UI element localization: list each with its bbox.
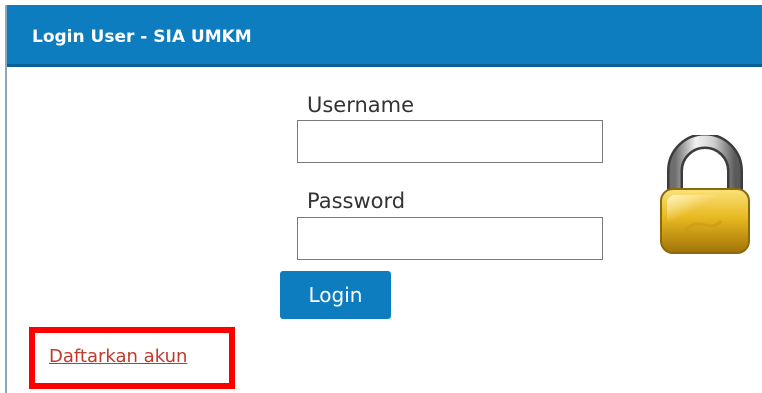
password-label: Password xyxy=(307,189,406,213)
panel-title: Login User - SIA UMKM xyxy=(32,27,252,47)
panel-header: Login User - SIA UMKM xyxy=(7,5,762,67)
username-input[interactable] xyxy=(297,120,603,163)
register-link[interactable]: Daftarkan akun xyxy=(49,346,187,367)
register-highlight: Daftarkan akun xyxy=(29,327,235,389)
login-panel: Login User - SIA UMKM Username Password … xyxy=(5,5,762,393)
username-label: Username xyxy=(307,93,415,117)
login-button[interactable]: Login xyxy=(280,271,391,319)
lock-icon xyxy=(660,135,750,254)
password-input[interactable] xyxy=(297,217,603,260)
